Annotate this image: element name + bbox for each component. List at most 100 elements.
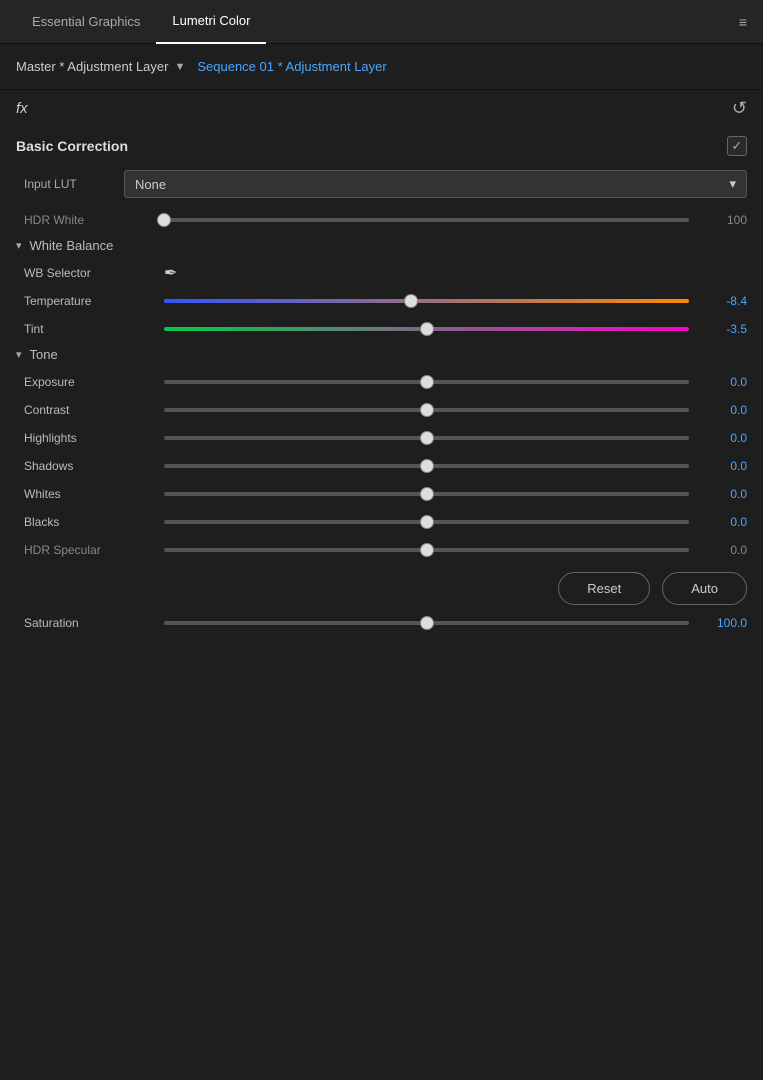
hdr-white-row: HDR White 100	[16, 210, 747, 230]
auto-button[interactable]: Auto	[662, 572, 747, 605]
whites-slider[interactable]	[164, 484, 689, 504]
input-lut-row: Input LUT None ▾	[16, 170, 747, 198]
wb-selector-row: WB Selector ✒	[16, 263, 747, 283]
input-lut-label: Input LUT	[24, 177, 124, 191]
saturation-label: Saturation	[24, 616, 164, 630]
whites-thumb[interactable]	[420, 487, 434, 501]
fx-row: fx ↺	[0, 90, 763, 126]
tone-title: Tone	[30, 347, 58, 362]
basic-correction-checkbox[interactable]	[727, 136, 747, 156]
saturation-row: Saturation 100.0	[16, 613, 747, 633]
reset-button[interactable]: Reset	[558, 572, 650, 605]
input-lut-dropdown[interactable]: None ▾	[124, 170, 747, 198]
exposure-slider[interactable]	[164, 372, 689, 392]
contrast-track	[164, 408, 689, 412]
contrast-value: 0.0	[697, 403, 747, 417]
saturation-value: 100.0	[697, 616, 747, 630]
highlights-track	[164, 436, 689, 440]
shadows-value: 0.0	[697, 459, 747, 473]
tint-slider[interactable]	[164, 319, 689, 339]
blacks-thumb[interactable]	[420, 515, 434, 529]
fx-label: fx	[16, 100, 28, 117]
temperature-track	[164, 299, 689, 303]
hdr-white-slider[interactable]	[164, 210, 689, 230]
saturation-track	[164, 621, 689, 625]
basic-correction-body: Input LUT None ▾ HDR White 100	[0, 166, 763, 653]
contrast-row: Contrast 0.0	[16, 400, 747, 420]
exposure-value: 0.0	[697, 375, 747, 389]
white-balance-title: White Balance	[30, 238, 114, 253]
tint-row: Tint -3.5	[16, 319, 747, 339]
hdr-specular-value: 0.0	[697, 543, 747, 557]
contrast-thumb[interactable]	[420, 403, 434, 417]
highlights-value: 0.0	[697, 431, 747, 445]
hdr-white-track	[164, 218, 689, 222]
shadows-track	[164, 464, 689, 468]
temperature-value: -8.4	[697, 294, 747, 308]
hdr-white-label: HDR White	[24, 213, 164, 227]
tint-thumb[interactable]	[420, 322, 434, 336]
reset-fx-icon[interactable]: ↺	[732, 98, 747, 119]
tab-lumetri-color[interactable]: Lumetri Color	[156, 0, 266, 44]
whites-label: Whites	[24, 487, 164, 501]
hdr-specular-label: HDR Specular	[24, 543, 164, 557]
white-balance-chevron: ▾	[16, 239, 22, 252]
saturation-slider[interactable]	[164, 613, 689, 633]
contrast-label: Contrast	[24, 403, 164, 417]
exposure-row: Exposure 0.0	[16, 372, 747, 392]
lut-dropdown-chevron: ▾	[729, 176, 736, 192]
layer-selector-chevron: ▼	[174, 61, 185, 73]
tone-chevron: ▾	[16, 348, 22, 361]
exposure-track	[164, 380, 689, 384]
whites-track	[164, 492, 689, 496]
exposure-label: Exposure	[24, 375, 164, 389]
action-buttons: Reset Auto	[16, 572, 747, 605]
temperature-row: Temperature -8.4	[16, 291, 747, 311]
highlights-thumb[interactable]	[420, 431, 434, 445]
hdr-specular-slider[interactable]	[164, 540, 689, 560]
blacks-track	[164, 520, 689, 524]
temperature-slider[interactable]	[164, 291, 689, 311]
tint-track	[164, 327, 689, 331]
lumetri-color-panel: Essential Graphics Lumetri Color ≡ Maste…	[0, 0, 763, 1080]
hdr-specular-row: HDR Specular 0.0	[16, 540, 747, 560]
tab-bar: Essential Graphics Lumetri Color ≡	[0, 0, 763, 44]
shadows-thumb[interactable]	[420, 459, 434, 473]
shadows-label: Shadows	[24, 459, 164, 473]
highlights-slider[interactable]	[164, 428, 689, 448]
exposure-thumb[interactable]	[420, 375, 434, 389]
blacks-label: Blacks	[24, 515, 164, 529]
white-balance-header[interactable]: ▾ White Balance	[16, 238, 747, 253]
temperature-label: Temperature	[24, 294, 164, 308]
basic-correction-header[interactable]: Basic Correction	[0, 126, 763, 166]
content-area: Basic Correction Input LUT None ▾ HDR Wh…	[0, 126, 763, 1080]
highlights-label: Highlights	[24, 431, 164, 445]
basic-correction-section: Basic Correction Input LUT None ▾ HDR Wh…	[0, 126, 763, 653]
eyedropper-icon[interactable]: ✒	[164, 263, 177, 283]
tint-value: -3.5	[697, 322, 747, 336]
sequence-link[interactable]: Sequence 01 * Adjustment Layer	[197, 59, 386, 74]
contrast-slider[interactable]	[164, 400, 689, 420]
temperature-thumb[interactable]	[404, 294, 418, 308]
whites-value: 0.0	[697, 487, 747, 501]
blacks-value: 0.0	[697, 515, 747, 529]
blacks-slider[interactable]	[164, 512, 689, 532]
tab-menu-icon[interactable]: ≡	[739, 14, 747, 30]
whites-row: Whites 0.0	[16, 484, 747, 504]
hdr-specular-track	[164, 548, 689, 552]
shadows-row: Shadows 0.0	[16, 456, 747, 476]
basic-correction-title: Basic Correction	[16, 138, 128, 154]
layer-selector[interactable]: Master * Adjustment Layer ▼	[16, 59, 185, 74]
blacks-row: Blacks 0.0	[16, 512, 747, 532]
highlights-row: Highlights 0.0	[16, 428, 747, 448]
layer-name: Master * Adjustment Layer	[16, 59, 168, 74]
tint-label: Tint	[24, 322, 164, 336]
wb-selector-label: WB Selector	[24, 266, 164, 280]
tone-header[interactable]: ▾ Tone	[16, 347, 747, 362]
header-row: Master * Adjustment Layer ▼ Sequence 01 …	[0, 44, 763, 90]
tab-essential-graphics[interactable]: Essential Graphics	[16, 0, 156, 44]
hdr-specular-thumb[interactable]	[420, 543, 434, 557]
saturation-thumb[interactable]	[420, 616, 434, 630]
hdr-white-thumb[interactable]	[157, 213, 171, 227]
shadows-slider[interactable]	[164, 456, 689, 476]
